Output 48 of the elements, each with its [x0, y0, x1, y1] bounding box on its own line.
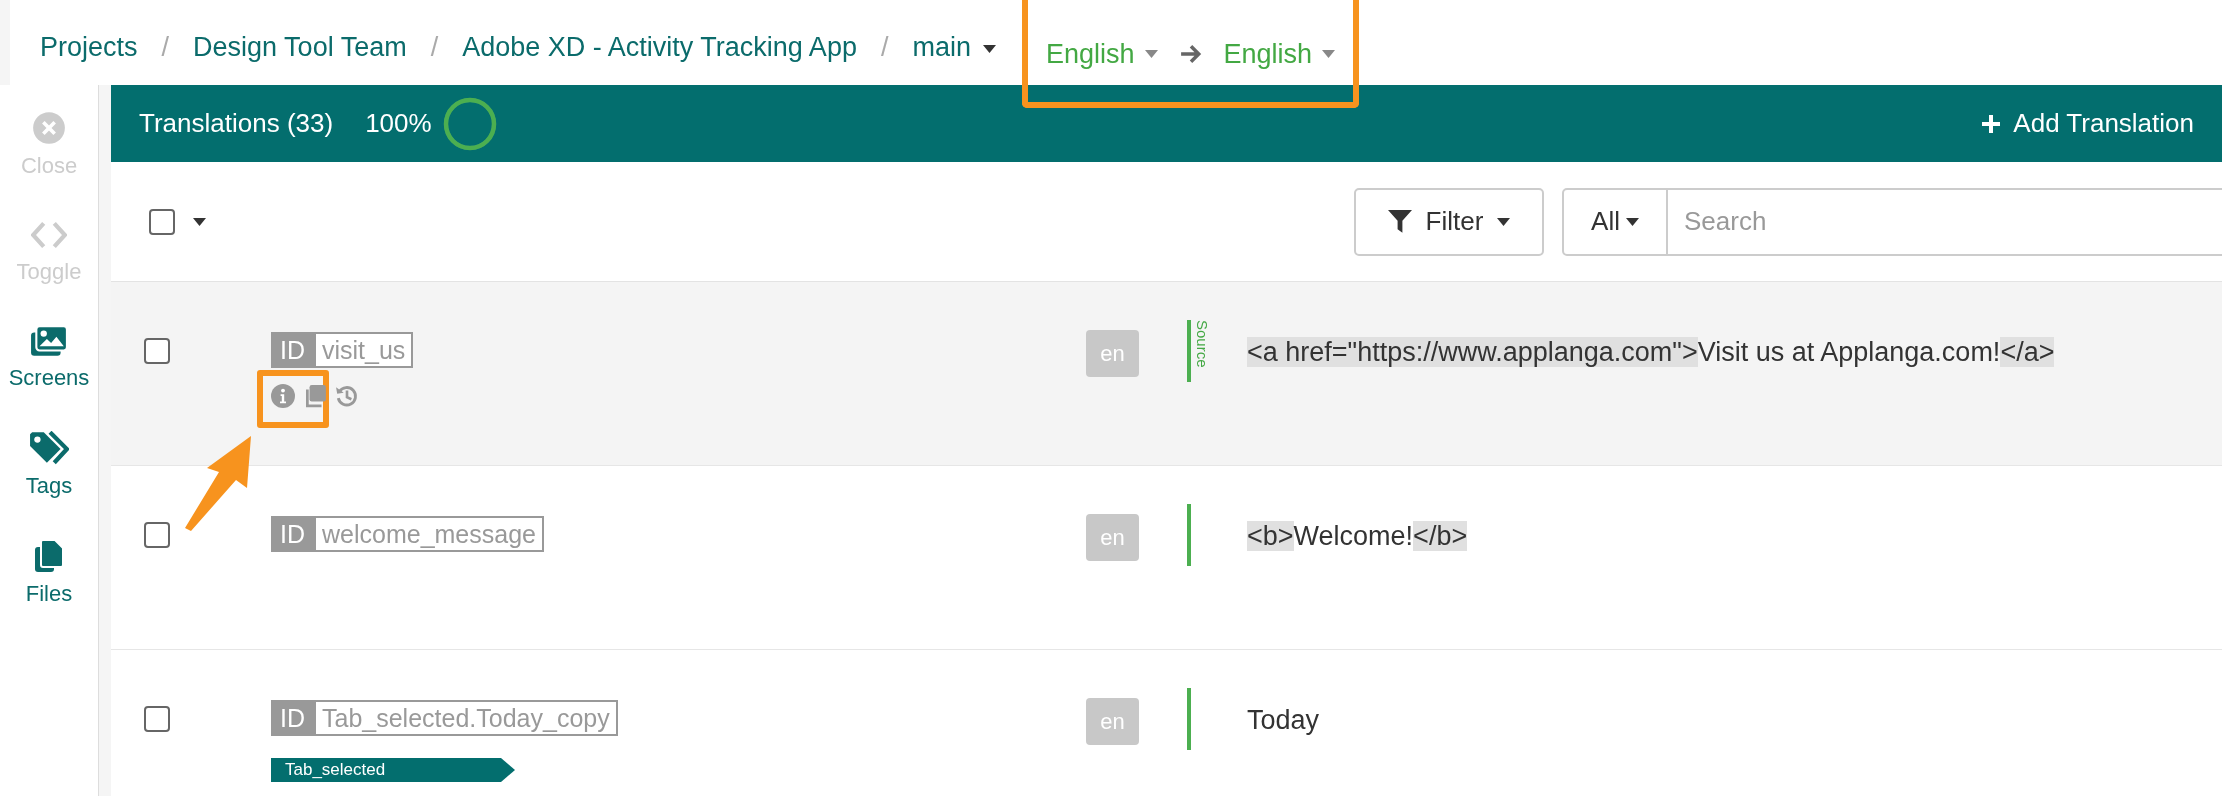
close-icon	[32, 111, 66, 145]
tag-label[interactable]: Tab_selected	[271, 758, 515, 782]
progress-ring-icon	[441, 95, 498, 152]
breadcrumb-separator: /	[430, 32, 439, 63]
sidebar-item[interactable]: Files	[25, 539, 73, 607]
id-label: ID	[271, 700, 314, 736]
caret-icon	[193, 217, 206, 226]
caret-icon	[982, 44, 996, 53]
row-checkbox[interactable]	[144, 338, 170, 364]
breadcrumb-link[interactable]: Adobe XD - Activity Tracking App	[462, 32, 857, 63]
key-name: visit_us	[314, 332, 414, 368]
scope-dropdown[interactable]: All	[1562, 187, 1668, 256]
copy-icon[interactable]	[303, 384, 327, 408]
code-brackets-icon	[31, 219, 67, 251]
search-field[interactable]: Search	[1668, 187, 2222, 256]
history-icon[interactable]	[335, 384, 359, 408]
plus-icon	[1981, 113, 2002, 134]
sidebar-item[interactable]: Screens	[8, 325, 90, 391]
filter-icon	[1387, 209, 1412, 234]
row-checkbox[interactable]	[144, 706, 170, 732]
id-label: ID	[271, 332, 314, 368]
translation-text[interactable]: <b>Welcome!</b>	[1247, 521, 1468, 551]
caret-icon	[1322, 50, 1336, 58]
files-icon	[34, 539, 64, 573]
info-icon[interactable]	[271, 384, 295, 408]
add-translation-button[interactable]: Add Translation	[1981, 108, 2194, 139]
images-icon	[30, 325, 68, 357]
source-label: Source	[1193, 320, 1211, 368]
id-label: ID	[271, 516, 314, 552]
breadcrumb-link[interactable]: Design Tool Team	[193, 32, 407, 63]
breadcrumb-separator: /	[880, 32, 889, 63]
caret-icon	[1497, 217, 1511, 226]
caret-icon	[1144, 50, 1158, 58]
row-checkbox[interactable]	[144, 522, 170, 548]
breadcrumb-separator: /	[161, 32, 170, 63]
branch-dropdown[interactable]: main	[912, 32, 996, 63]
header-title: Translations (33)	[139, 108, 334, 139]
breadcrumb-link[interactable]: Projects	[40, 32, 138, 63]
caret-icon	[1625, 217, 1639, 226]
translation-text[interactable]: Today	[1247, 705, 1320, 735]
tags-icon	[29, 431, 69, 465]
filter-button[interactable]: Filter	[1354, 187, 1544, 256]
arrow-right-icon	[1179, 44, 1202, 64]
key-name: welcome_message	[314, 516, 544, 552]
key-name: Tab_selected.Today_copy	[314, 700, 618, 736]
select-all-checkbox[interactable]	[149, 208, 175, 235]
sidebar-item[interactable]: Tags	[25, 431, 73, 499]
progress-percent: 100%	[365, 108, 432, 139]
